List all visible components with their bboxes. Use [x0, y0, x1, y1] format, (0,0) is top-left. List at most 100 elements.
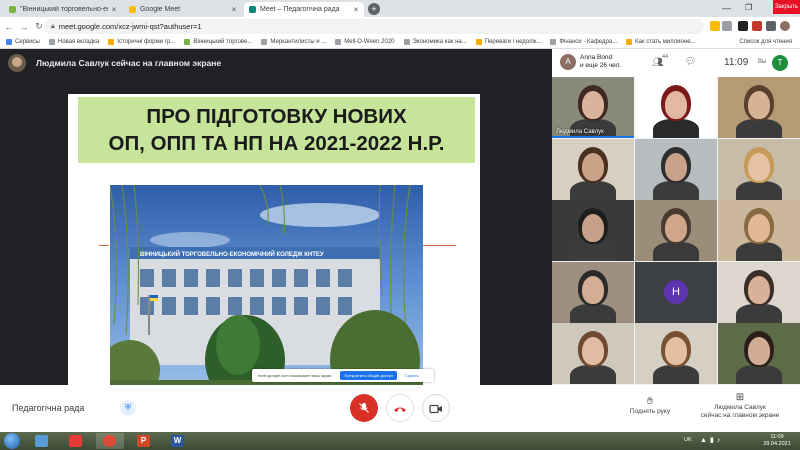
tray-arrow-icon[interactable]: ▲: [700, 437, 710, 444]
participant-tile[interactable]: [552, 261, 634, 323]
raise-hand-button[interactable]: ✋︎ Поднять руку: [620, 395, 680, 415]
tab-close-icon[interactable]: ✕: [231, 6, 237, 14]
bookmark-item[interactable]: Меркантилисты и ...: [261, 39, 326, 45]
powerpoint-icon: P: [137, 435, 150, 447]
back-icon[interactable]: ←: [3, 22, 15, 32]
bookmarks-bar: Сервисы Новая вкладка Історичні форми гр…: [0, 36, 800, 49]
meeting-clock: 11:09: [724, 57, 749, 68]
bookmark-item[interactable]: Історичні форми гр...: [108, 39, 175, 45]
hide-bar-button[interactable]: Скрыть: [405, 373, 419, 378]
tab-title: "Вінницький торговельно-еконо...: [20, 6, 108, 13]
presenter-name-label: Людмила Савлук: [714, 404, 766, 411]
maximize-icon[interactable]: ❐: [745, 3, 752, 12]
participant-tile[interactable]: [718, 77, 800, 138]
bookmark-label: Переваги і недолік...: [484, 39, 542, 45]
participant-tile[interactable]: [718, 261, 800, 323]
address-bar[interactable]: 🔒︎ meet.google.com/xcz-jwmi-qst?authuser…: [44, 19, 704, 34]
taskbar-app-chrome[interactable]: [96, 433, 124, 449]
leave-call-button[interactable]: [386, 394, 414, 422]
slide-title-line: ПРО ПІДГОТОВКУ НОВИХ: [146, 105, 407, 128]
taskbar-app-yandex[interactable]: [62, 433, 90, 449]
taskbar-app-explorer[interactable]: [28, 433, 56, 449]
participant-body: [736, 180, 782, 200]
start-button[interactable]: [4, 433, 20, 449]
present-screen-icon: ⊞: [735, 392, 745, 403]
participant-tile[interactable]: [718, 138, 800, 200]
self-avatar[interactable]: T: [772, 55, 788, 71]
taskbar-clock[interactable]: 11:09 28.04.2021: [758, 434, 796, 448]
system-tray[interactable]: ▲▮♪: [700, 436, 723, 444]
bookmark-item[interactable]: Переваги і недолік...: [475, 39, 542, 45]
language-indicator[interactable]: UK: [684, 437, 692, 443]
new-tab-button[interactable]: +: [368, 3, 380, 15]
participant-body: [653, 242, 699, 262]
browser-tab-google-meet[interactable]: Google Meet ✕: [124, 2, 242, 17]
bookmark-label: Меркантилисты и ...: [270, 39, 327, 45]
camera-indicator-icon[interactable]: [710, 21, 720, 31]
slide-title: ПРО ПІДГОТОВКУ НОВИХ ОП, ОПП ТА НП НА 20…: [78, 97, 475, 163]
bookmark-item[interactable]: Экономика как на...: [403, 39, 467, 45]
chrome-icon: [103, 435, 116, 447]
bookmark-item[interactable]: Сервисы: [6, 39, 40, 45]
browser-tab-meet-active[interactable]: Meet – Педагогічна рада ✕: [244, 2, 364, 17]
bookmark-item[interactable]: Mell-O-Ween 2020: [335, 39, 395, 45]
participant-tile[interactable]: Людмила Савлук: [552, 77, 634, 138]
slide-divider-line: [423, 245, 456, 246]
bookmark-label: Історичні форми гр...: [117, 39, 176, 45]
participant-tile[interactable]: [635, 200, 717, 262]
people-count: 44: [662, 54, 669, 60]
tab-close-icon[interactable]: ✕: [111, 6, 117, 14]
pinned-participant[interactable]: Anna Bond и еще 26 чел.: [580, 54, 621, 70]
volume-icon[interactable]: ♪: [717, 437, 724, 444]
puzzle-icon[interactable]: [766, 21, 776, 31]
shield-icon[interactable]: ⛨: [120, 400, 136, 416]
taskbar-app-word[interactable]: W: [164, 433, 192, 449]
forward-icon[interactable]: →: [18, 22, 30, 32]
url-text: meet.google.com/xcz-jwmi-qst?authuser=1: [58, 22, 202, 31]
window-close-button[interactable]: Закрыть: [773, 0, 800, 14]
presenter-avatar: [8, 54, 26, 72]
participant-tile[interactable]: [718, 323, 800, 385]
participant-tile[interactable]: [635, 138, 717, 200]
camera-toggle-button[interactable]: [422, 394, 450, 422]
participant-tile[interactable]: [635, 77, 717, 138]
mic-toggle-button[interactable]: [350, 394, 378, 422]
stop-sharing-button[interactable]: Прекратить общий доступ: [340, 371, 397, 380]
bookmark-icon: [475, 39, 482, 45]
chat-icon[interactable]: 💬︎: [685, 56, 696, 67]
star-icon[interactable]: [722, 21, 732, 31]
browser-tab-college[interactable]: "Вінницький торговельно-еконо... ✕: [4, 2, 122, 17]
meeting-name[interactable]: Педагогічна рада: [12, 403, 84, 413]
minimize-icon[interactable]: —: [722, 3, 731, 13]
bookmark-item[interactable]: Фінанси - Кафедра...: [550, 39, 617, 45]
screen-sharing-bar: meet.google.com показывает ваш экран. Пр…: [252, 369, 434, 382]
tab-close-icon[interactable]: ✕: [353, 6, 359, 14]
participant-tile[interactable]: [552, 323, 634, 385]
present-status-button[interactable]: ⊞ Людмила Савлук сейчас на главном экран…: [680, 391, 800, 420]
bookmark-item[interactable]: Как стать миллионе...: [626, 39, 696, 45]
participant-face: [748, 337, 770, 366]
network-icon[interactable]: ▮: [710, 437, 717, 444]
taskbar-app-powerpoint[interactable]: P: [130, 433, 158, 449]
participant-tile[interactable]: [718, 200, 800, 262]
extension-icon[interactable]: [752, 21, 762, 31]
extension-icon[interactable]: [738, 21, 748, 31]
reading-list-button[interactable]: Список для чтения: [739, 39, 792, 45]
bookmark-icon: [403, 39, 410, 45]
participant-tile[interactable]: [552, 138, 634, 200]
pinned-avatar[interactable]: A: [560, 54, 576, 70]
bookmark-item[interactable]: Вінницький торгове...: [184, 39, 252, 45]
college-building-illustration: ВІННИЦЬКИЙ ТОРГОВЕЛЬНО-ЕКОНОМІЧНИЙ КОЛЕД…: [110, 185, 423, 393]
participant-tile[interactable]: [552, 200, 634, 262]
apps-grid-icon: [6, 39, 12, 45]
college-favicon-icon: [9, 6, 16, 13]
participant-tile[interactable]: H: [635, 261, 717, 323]
participant-body: [570, 365, 616, 385]
bookmark-item[interactable]: Новая вкладка: [48, 39, 99, 45]
tab-title: Google Meet: [140, 6, 181, 13]
profile-icon[interactable]: [780, 21, 790, 31]
bookmark-icon: [335, 39, 342, 45]
meet-top-bar: A Anna Bond и еще 26 чел. 👥︎ 44 💬︎ 11:09…: [552, 49, 800, 77]
participant-name: Людмила Савлук: [556, 129, 604, 135]
participant-tile[interactable]: [635, 323, 717, 385]
